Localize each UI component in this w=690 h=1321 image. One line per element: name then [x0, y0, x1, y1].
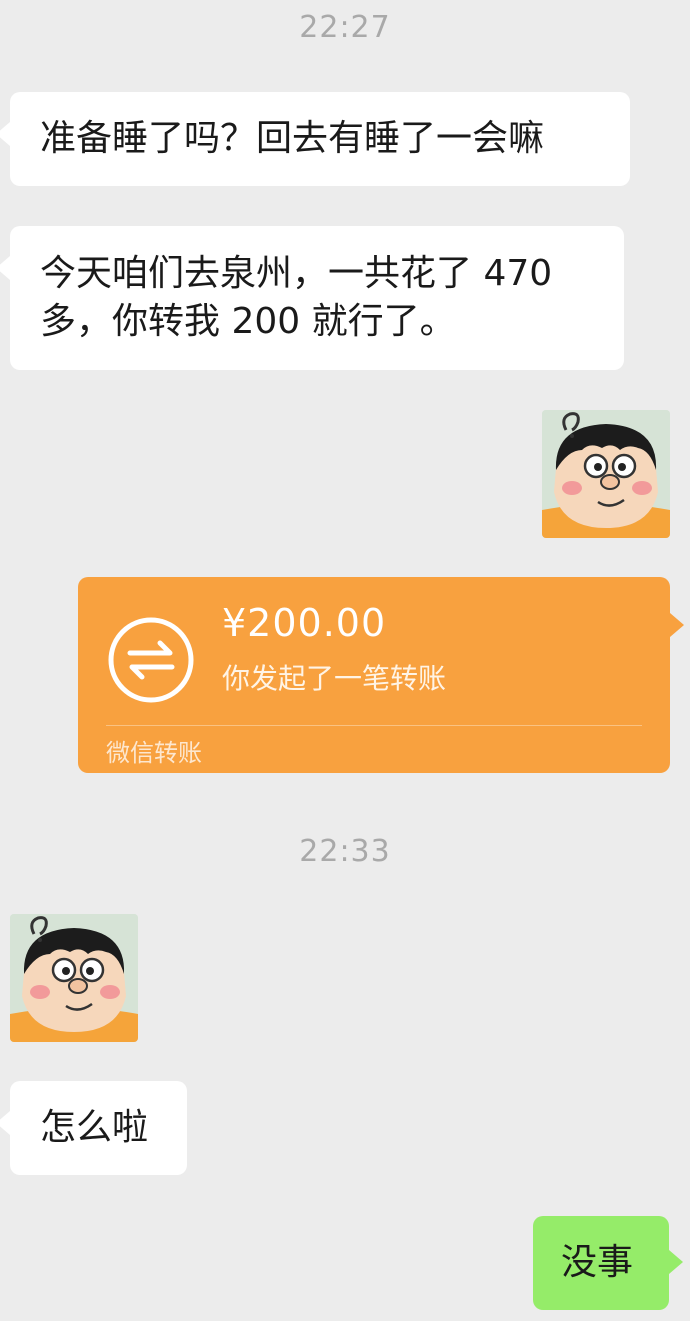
- cartoon-character-avatar-icon: [542, 410, 670, 538]
- message-text-line: 今天咱们去泉州，一共花了 470: [40, 253, 553, 294]
- message-bubble-received[interactable]: 怎么啦: [0, 1081, 187, 1175]
- cartoon-character-avatar-icon: [10, 914, 138, 1042]
- transfer-divider: [106, 725, 642, 726]
- transfer-arrows-icon: [108, 617, 194, 703]
- message-text-line: 多，你转我 200 就行了。: [40, 301, 456, 342]
- transfer-card[interactable]: ¥200.00 你发起了一笔转账 微信转账: [78, 577, 684, 773]
- message-text: 准备睡了吗？回去有睡了一会嘛: [40, 118, 545, 159]
- transfer-description: 你发起了一笔转账: [222, 662, 447, 695]
- transfer-amount: ¥200.00: [222, 601, 387, 645]
- timestamp: 22:27: [299, 10, 391, 45]
- message-bubble-sent[interactable]: 没事: [533, 1216, 683, 1310]
- transfer-footer-label: 微信转账: [106, 739, 202, 767]
- message-text: 没事: [561, 1242, 634, 1283]
- timestamp: 22:33: [299, 834, 391, 869]
- avatar-self[interactable]: [542, 410, 670, 538]
- avatar-friend[interactable]: [10, 914, 138, 1042]
- message-bubble-received[interactable]: 准备睡了吗？回去有睡了一会嘛: [0, 92, 630, 186]
- message-bubble-received[interactable]: 今天咱们去泉州，一共花了 470 多，你转我 200 就行了。: [0, 226, 624, 370]
- message-text: 怎么啦: [40, 1107, 149, 1148]
